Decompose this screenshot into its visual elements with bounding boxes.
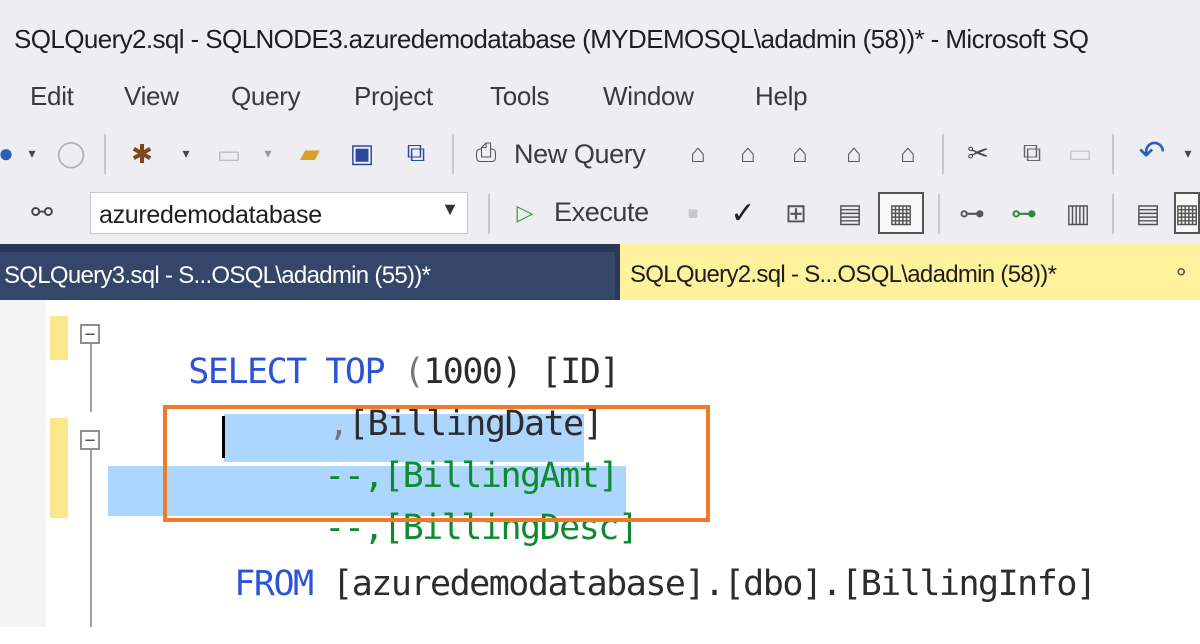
analysis-services-xmla-query-icon[interactable]: ⌂ bbox=[834, 134, 874, 172]
menu-window[interactable]: Window bbox=[603, 81, 694, 112]
tab-label: SQLQuery3.sql - S...OSQL\adadmin (55))* bbox=[4, 262, 431, 289]
save-icon[interactable]: ▣ bbox=[344, 134, 380, 172]
menu-edit[interactable]: Edit bbox=[30, 81, 74, 112]
toolbar-separator bbox=[104, 134, 106, 174]
table-reference: [azuredemodatabase].[dbo].[BillingInfo] bbox=[312, 564, 1097, 604]
forward-icon[interactable]: ◯ bbox=[54, 136, 88, 170]
change-tracking-bar bbox=[50, 316, 68, 360]
highlight-annotation-box bbox=[163, 405, 710, 522]
collapse-comment-icon[interactable]: − bbox=[80, 430, 100, 450]
menu-bar: Edit View Query Project Tools Window Hel… bbox=[0, 74, 1200, 124]
from-keyword: FROM bbox=[234, 564, 314, 604]
outline-line bbox=[90, 342, 92, 412]
outline-line bbox=[90, 450, 92, 627]
tab-sqlquery2[interactable]: SQLQuery2.sql - S...OSQL\adadmin (58))* … bbox=[620, 244, 1200, 300]
code-line-from: FROM [azuredemodatabase].[dbo].[BillingI… bbox=[156, 524, 1097, 644]
available-databases-dropdown[interactable]: azuredemodatabase ▼ bbox=[90, 192, 468, 234]
save-all-icon[interactable]: ⧉ bbox=[396, 134, 436, 172]
title-bar: SQLQuery2.sql - SQLNODE3.azuredemodataba… bbox=[0, 0, 1200, 74]
results-to-text-icon[interactable]: ▤ bbox=[1128, 194, 1168, 232]
collapse-select-icon[interactable]: − bbox=[80, 324, 100, 344]
parse-checkmark-icon[interactable]: ✓ bbox=[724, 194, 762, 232]
toolbar-separator bbox=[488, 194, 490, 234]
menu-tools[interactable]: Tools bbox=[490, 81, 550, 112]
results-to-grid-icon[interactable]: ▦ bbox=[1174, 192, 1200, 234]
window-title: SQLQuery2.sql - SQLNODE3.azuredemodataba… bbox=[14, 24, 1089, 54]
change-connection-icon[interactable]: ⚯ bbox=[22, 192, 62, 232]
live-query-statistics-icon[interactable]: ⊶ bbox=[1004, 194, 1044, 232]
document-tab-strip: SQLQuery3.sql - S...OSQL\adadmin (55))* … bbox=[0, 244, 1200, 300]
paste-icon[interactable]: ▭ bbox=[1060, 134, 1100, 172]
query-options-icon[interactable]: ▤ bbox=[830, 194, 870, 232]
database-select-value: azuredemodatabase bbox=[99, 201, 322, 229]
copy-icon[interactable]: ⧉ bbox=[1012, 134, 1052, 172]
menu-project[interactable]: Project bbox=[354, 81, 433, 112]
menu-query[interactable]: Query bbox=[231, 81, 301, 112]
open-file-icon[interactable]: ▰ bbox=[290, 134, 330, 172]
change-tracking-bar bbox=[50, 418, 68, 518]
new-query-icon[interactable]: ⎙ bbox=[466, 134, 506, 172]
add-item-icon[interactable]: ▭ bbox=[212, 136, 246, 172]
back-icon[interactable]: ● bbox=[0, 138, 14, 168]
back-dropdown-icon[interactable]: ▾ bbox=[22, 138, 42, 168]
cancel-query-icon[interactable]: ■ bbox=[678, 196, 708, 230]
toolbar-separator bbox=[452, 134, 454, 174]
database-engine-query-icon[interactable]: ⌂ bbox=[678, 134, 718, 172]
execute-play-icon[interactable]: ▷ bbox=[508, 196, 542, 230]
undo-dropdown-icon[interactable]: ▾ bbox=[1178, 138, 1198, 168]
execute-button[interactable]: Execute bbox=[554, 197, 649, 228]
undo-icon[interactable]: ↶ bbox=[1130, 132, 1174, 172]
sql-editor-toolbar: ⚯ azuredemodatabase ▼ ▷ Execute ■ ✓ ⊞ ▤ … bbox=[0, 184, 1200, 244]
menu-view[interactable]: View bbox=[124, 81, 179, 112]
tab-pin-icon[interactable]: ⚬ bbox=[1172, 260, 1190, 286]
toolbar-separator bbox=[938, 194, 940, 234]
tab-sqlquery3[interactable]: SQLQuery3.sql - S...OSQL\adadmin (55))* bbox=[0, 252, 615, 300]
new-project-icon[interactable]: ✱ bbox=[122, 136, 162, 172]
new-project-dropdown-icon[interactable]: ▾ bbox=[176, 138, 196, 168]
query-editor[interactable]: − − SELECT TOP (1000) [ID] ,[BillingDate… bbox=[0, 300, 1200, 627]
intellisense-toggle-icon[interactable]: ▦ bbox=[878, 192, 924, 234]
standard-toolbar: ● ▾ ◯ ✱ ▾ ▭ ▾ ▰ ▣ ⧉ ⎙ New Query ⌂ ⌂ ⌂ ⌂ … bbox=[0, 124, 1200, 184]
toolbar-separator bbox=[1112, 194, 1114, 234]
client-statistics-icon[interactable]: ▥ bbox=[1058, 194, 1098, 232]
analysis-services-dax-query-icon[interactable]: ⌂ bbox=[888, 134, 928, 172]
estimated-plan-icon[interactable]: ⊞ bbox=[776, 194, 816, 232]
tab-label: SQLQuery2.sql - S...OSQL\adadmin (58))* bbox=[630, 261, 1057, 288]
analysis-services-dmx-query-icon[interactable]: ⌂ bbox=[780, 134, 820, 172]
editor-margin bbox=[0, 300, 46, 627]
new-query-button[interactable]: New Query bbox=[514, 139, 646, 170]
menu-help[interactable]: Help bbox=[755, 81, 808, 112]
toolbar-separator bbox=[942, 134, 944, 174]
chevron-down-icon: ▼ bbox=[441, 199, 459, 219]
cut-icon[interactable]: ✂ bbox=[958, 134, 998, 172]
toolbar-separator bbox=[1112, 134, 1114, 174]
include-actual-plan-icon[interactable]: ⊶ bbox=[952, 194, 992, 232]
add-item-dropdown-icon[interactable]: ▾ bbox=[258, 138, 278, 168]
analysis-services-mdx-query-icon[interactable]: ⌂ bbox=[728, 134, 768, 172]
